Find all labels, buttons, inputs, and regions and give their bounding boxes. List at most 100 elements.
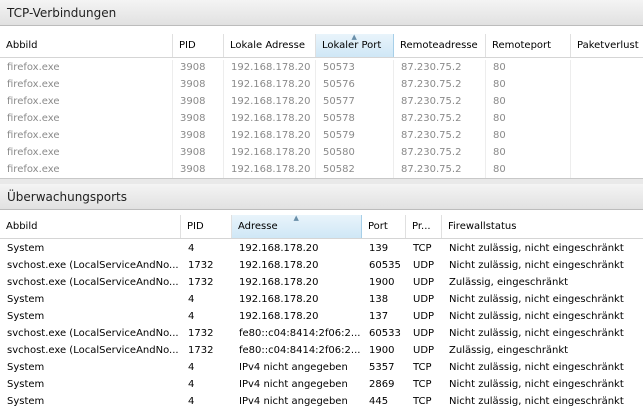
cell-remote-address: 87.230.75.2 <box>394 128 486 145</box>
cell-pid: 4 <box>188 362 195 373</box>
cell-image: firefox.exe <box>0 128 173 145</box>
table-row[interactable]: firefox.exe 3908 192.168.178.20 50580 87.230… <box>0 145 643 162</box>
cell-pid: 4 <box>188 294 195 305</box>
column-header-packet-loss[interactable]: Paketverlust <box>571 34 643 57</box>
column-header-abbild[interactable]: Abbild <box>0 215 181 238</box>
cell-image: firefox.exe <box>0 94 173 111</box>
cell-local-address: 192.168.178.20 <box>224 60 316 77</box>
cell-protocol: UDP <box>413 328 435 339</box>
table-row[interactable]: System 4 IPv4 nicht angegeben 5357 TCP Nicht … <box>0 360 643 377</box>
cell-image: firefox.exe <box>0 162 173 178</box>
table-row[interactable]: System 4 IPv4 nicht angegeben 2869 TCP Nicht … <box>0 377 643 394</box>
column-header-label: Pr... <box>412 221 431 232</box>
cell-remote-port: 80 <box>486 94 571 111</box>
cell-image: svchost.exe (LocalServiceAndNo... <box>7 345 179 356</box>
column-header-label: Adresse <box>238 221 278 232</box>
cell-address: 192.168.178.20 <box>239 260 319 271</box>
cell-remote-port: 80 <box>486 60 571 77</box>
table-row[interactable]: firefox.exe 3908 192.168.178.20 50576 87.230… <box>0 77 643 94</box>
table-row[interactable]: firefox.exe 3908 192.168.178.20 50578 87.230… <box>0 111 643 128</box>
column-header-local-address[interactable]: Lokale Adresse <box>224 34 316 57</box>
cell-remote-address: 87.230.75.2 <box>394 94 486 111</box>
cell-protocol: TCP <box>413 396 432 407</box>
table-row[interactable]: System 4 192.168.178.20 137 UDP Nicht zulässi… <box>0 309 643 326</box>
table-row[interactable]: svchost.exe (LocalServiceAndNo... 1732 192… <box>0 258 643 275</box>
table-row[interactable]: firefox.exe 3908 192.168.178.20 50582 87.230… <box>0 162 643 178</box>
cell-pid: 4 <box>188 396 195 407</box>
cell-local-port: 50573 <box>316 60 394 77</box>
cell-image: System <box>7 379 45 390</box>
table-row[interactable]: svchost.exe (LocalServiceAndNo... 1732 fe8… <box>0 343 643 360</box>
column-header-label: Lokaler Port <box>322 40 382 51</box>
cell-image: System <box>7 362 45 373</box>
cell-port: 137 <box>369 311 389 322</box>
tcp-connections-table: firefox.exe 3908 192.168.178.20 50573 87.230… <box>0 60 643 178</box>
cell-address: 192.168.178.20 <box>239 243 319 254</box>
table-row[interactable]: svchost.exe (LocalServiceAndNo... 1732 fe8… <box>0 326 643 343</box>
cell-image: System <box>7 243 45 254</box>
cell-pid: 4 <box>188 379 195 390</box>
table-row[interactable]: firefox.exe 3908 192.168.178.20 50573 87.230… <box>0 60 643 77</box>
cell-address: fe80::c04:8414:2f06:2... <box>239 328 361 339</box>
listening-ports-titlebar[interactable]: Überwachungsports <box>0 184 643 210</box>
cell-local-port: 50579 <box>316 128 394 145</box>
cell-local-port: 50576 <box>316 77 394 94</box>
column-header-remote-port[interactable]: Remoteport <box>486 34 571 57</box>
listening-ports-table: System 4 192.168.178.20 139 TCP Nicht zulässi… <box>0 241 643 415</box>
tcp-connections-panel: TCP-Verbindungen Abbild PID Lokale Adres… <box>0 0 643 184</box>
table-row[interactable]: System 4 192.168.178.20 138 UDP Nicht zulässi… <box>0 292 643 309</box>
column-header-pid[interactable]: PID <box>181 215 232 238</box>
cell-firewall-status: Nicht zulässig, nicht eingeschränkt <box>449 243 624 254</box>
column-header-pid[interactable]: PID <box>173 34 224 57</box>
cell-local-address: 192.168.178.20 <box>224 77 316 94</box>
column-header-label: Lokale Adresse <box>230 40 305 51</box>
cell-port: 1900 <box>369 277 395 288</box>
cell-protocol: TCP <box>413 362 432 373</box>
table-row[interactable]: System 4 IPv4 nicht angegeben 445 TCP Nicht z… <box>0 394 643 411</box>
cell-firewall-status: Nicht zulässig, nicht eingeschränkt <box>449 362 624 373</box>
column-header-abbild[interactable]: Abbild <box>0 34 173 57</box>
cell-protocol: TCP <box>413 379 432 390</box>
table-row[interactable]: svchost.exe (LocalServiceAndNo... 1732 192… <box>0 275 643 292</box>
column-header-port[interactable]: Port <box>362 215 406 238</box>
cell-port: 139 <box>369 243 389 254</box>
cell-pid: 1732 <box>188 328 214 339</box>
column-header-label: Paketverlust <box>577 40 639 51</box>
column-header-label: PID <box>187 221 204 232</box>
ports-header-row: Abbild PID ▲ Adresse Port Pr... Firewalls… <box>0 215 643 239</box>
cell-local-port: 50582 <box>316 162 394 178</box>
cell-pid: 1732 <box>188 345 214 356</box>
cell-port: 445 <box>369 396 389 407</box>
cell-remote-port: 80 <box>486 145 571 162</box>
cell-port: 138 <box>369 294 389 305</box>
cell-image: svchost.exe (LocalServiceAndNo... <box>7 328 179 339</box>
column-header-protocol[interactable]: Pr... <box>406 215 442 238</box>
cell-image: svchost.exe (LocalServiceAndNo... <box>7 277 179 288</box>
table-row[interactable]: firefox.exe 3908 192.168.178.20 50577 87.230… <box>0 94 643 111</box>
cell-remote-port: 80 <box>486 162 571 178</box>
table-row[interactable]: firefox.exe 3908 192.168.178.20 50579 87.230… <box>0 128 643 145</box>
column-header-firewall-status[interactable]: Firewallstatus <box>442 215 643 238</box>
cell-protocol: UDP <box>413 294 435 305</box>
cell-firewall-status: Nicht zulässig, nicht eingeschränkt <box>449 260 624 271</box>
tcp-connections-title: TCP-Verbindungen <box>7 6 117 20</box>
cell-port: 60535 <box>369 260 401 271</box>
cell-image: firefox.exe <box>0 77 173 94</box>
column-header-label: Firewallstatus <box>448 221 517 232</box>
sort-ascending-icon: ▲ <box>293 215 299 222</box>
column-header-local-port[interactable]: ▲ Lokaler Port <box>316 34 394 57</box>
cell-address: 192.168.178.20 <box>239 277 319 288</box>
cell-pid: 3908 <box>173 128 224 145</box>
column-header-label: Abbild <box>6 40 38 51</box>
column-header-address[interactable]: ▲ Adresse <box>232 215 362 238</box>
column-header-remote-address[interactable]: Remoteadresse <box>394 34 486 57</box>
listening-ports-title: Überwachungsports <box>7 190 128 204</box>
cell-address: IPv4 nicht angegeben <box>239 362 348 373</box>
cell-image: System <box>7 396 45 407</box>
cell-remote-address: 87.230.75.2 <box>394 77 486 94</box>
tcp-connections-titlebar[interactable]: TCP-Verbindungen <box>0 0 643 26</box>
cell-remote-port: 80 <box>486 128 571 145</box>
cell-remote-address: 87.230.75.2 <box>394 162 486 178</box>
table-row[interactable]: System 4 192.168.178.20 139 TCP Nicht zulässi… <box>0 241 643 258</box>
cell-address: fe80::c04:8414:2f06:2... <box>239 345 361 356</box>
